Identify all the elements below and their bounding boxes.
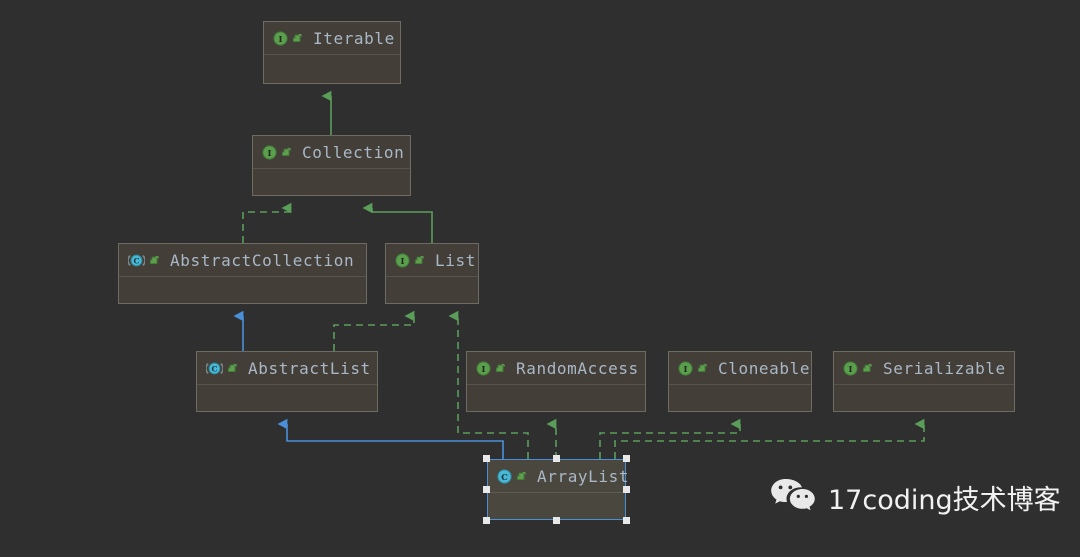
interface-icon: I — [395, 252, 410, 268]
svg-text:C: C — [134, 256, 140, 265]
class-node-title: RandomAccess — [516, 358, 639, 378]
public-visibility-icon — [693, 362, 709, 375]
watermark-text: 17coding技术博客 — [828, 484, 1061, 516]
icon-group: I — [262, 144, 293, 160]
class-node-randomaccess[interactable]: I RandomAccess — [466, 351, 646, 412]
class-node-header: C AbstractCollection — [119, 244, 366, 277]
class-node-list[interactable]: I List — [385, 243, 479, 304]
class-node-header: I List — [386, 244, 478, 277]
class-node-header: I Iterable — [264, 22, 400, 55]
selection-handle-3[interactable] — [483, 486, 490, 493]
class-node-title: AbstractCollection — [170, 250, 355, 270]
selection-handle-2[interactable] — [623, 455, 630, 462]
class-node-header: I Serializable — [834, 352, 1014, 385]
class-node-members — [669, 385, 811, 444]
class-node-members — [253, 169, 410, 228]
class-node-abstractlist[interactable]: C AbstractList — [196, 351, 378, 412]
class-node-iterable[interactable]: I Iterable — [263, 21, 401, 84]
public-visibility-icon — [145, 254, 161, 267]
class-node-members — [834, 385, 1014, 444]
class-node-header: I Collection — [253, 136, 410, 169]
class-node-header: I RandomAccess — [467, 352, 645, 385]
interface-icon: I — [476, 360, 491, 376]
interface-icon: I — [678, 360, 693, 376]
class-node-serializable[interactable]: I Serializable — [833, 351, 1015, 412]
svg-text:I: I — [401, 257, 405, 267]
selection-handle-4[interactable] — [623, 486, 630, 493]
class-node-title: Cloneable — [718, 358, 811, 378]
class-node-title: AbstractList — [248, 358, 371, 378]
class-node-header: I Cloneable — [669, 352, 811, 385]
selection-handle-7[interactable] — [623, 517, 630, 524]
class-node-title: Iterable — [313, 28, 395, 48]
class-node-title: Collection — [302, 142, 405, 162]
class-node-header: C ArrayList — [488, 460, 629, 493]
svg-text:I: I — [482, 365, 486, 375]
svg-text:I: I — [268, 149, 272, 159]
class-node-members — [119, 277, 366, 336]
icon-group: I — [678, 360, 709, 376]
abstract-class-icon: C — [128, 253, 145, 268]
icon-group: C — [128, 253, 161, 268]
uml-diagram-canvas[interactable]: I Iterable I Collection C AbstractCollection I… — [0, 0, 1080, 557]
icon-group: C — [497, 468, 528, 484]
class-node-arraylist[interactable]: C ArrayList — [487, 459, 629, 520]
icon-group: I — [273, 30, 304, 46]
class-node-members — [264, 55, 400, 116]
class-node-collection[interactable]: I Collection — [252, 135, 411, 196]
wechat-icon — [770, 477, 816, 517]
public-visibility-icon — [512, 470, 528, 483]
selection-handle-0[interactable] — [483, 455, 490, 462]
public-visibility-icon — [858, 362, 874, 375]
interface-icon: I — [273, 30, 288, 46]
selection-handle-1[interactable] — [553, 455, 560, 462]
class-node-title: ArrayList — [537, 466, 630, 486]
svg-text:I: I — [684, 365, 688, 375]
watermark: 17coding技术博客 — [770, 477, 1061, 517]
svg-text:I: I — [849, 365, 853, 375]
icon-group: I — [395, 252, 426, 268]
class-node-cloneable[interactable]: I Cloneable — [668, 351, 812, 412]
class-node-title: Serializable — [883, 358, 1006, 378]
svg-text:C: C — [212, 364, 218, 373]
class-node-abstractcollection[interactable]: C AbstractCollection — [118, 243, 367, 304]
icon-group: I — [476, 360, 507, 376]
class-node-members — [197, 385, 377, 444]
class-node-members — [467, 385, 645, 444]
svg-text:C: C — [501, 473, 508, 483]
class-icon: C — [497, 468, 512, 484]
interface-icon: I — [843, 360, 858, 376]
icon-group: C — [206, 361, 239, 376]
selection-handle-5[interactable] — [483, 517, 490, 524]
icon-group: I — [843, 360, 874, 376]
class-node-members — [386, 277, 478, 336]
public-visibility-icon — [223, 362, 239, 375]
public-visibility-icon — [491, 362, 507, 375]
public-visibility-icon — [410, 254, 426, 267]
public-visibility-icon — [277, 146, 293, 159]
public-visibility-icon — [288, 32, 304, 45]
abstract-class-icon: C — [206, 361, 223, 376]
class-node-header: C AbstractList — [197, 352, 377, 385]
selection-handle-6[interactable] — [553, 517, 560, 524]
interface-icon: I — [262, 144, 277, 160]
svg-text:I: I — [279, 35, 283, 45]
class-node-title: List — [435, 250, 476, 270]
